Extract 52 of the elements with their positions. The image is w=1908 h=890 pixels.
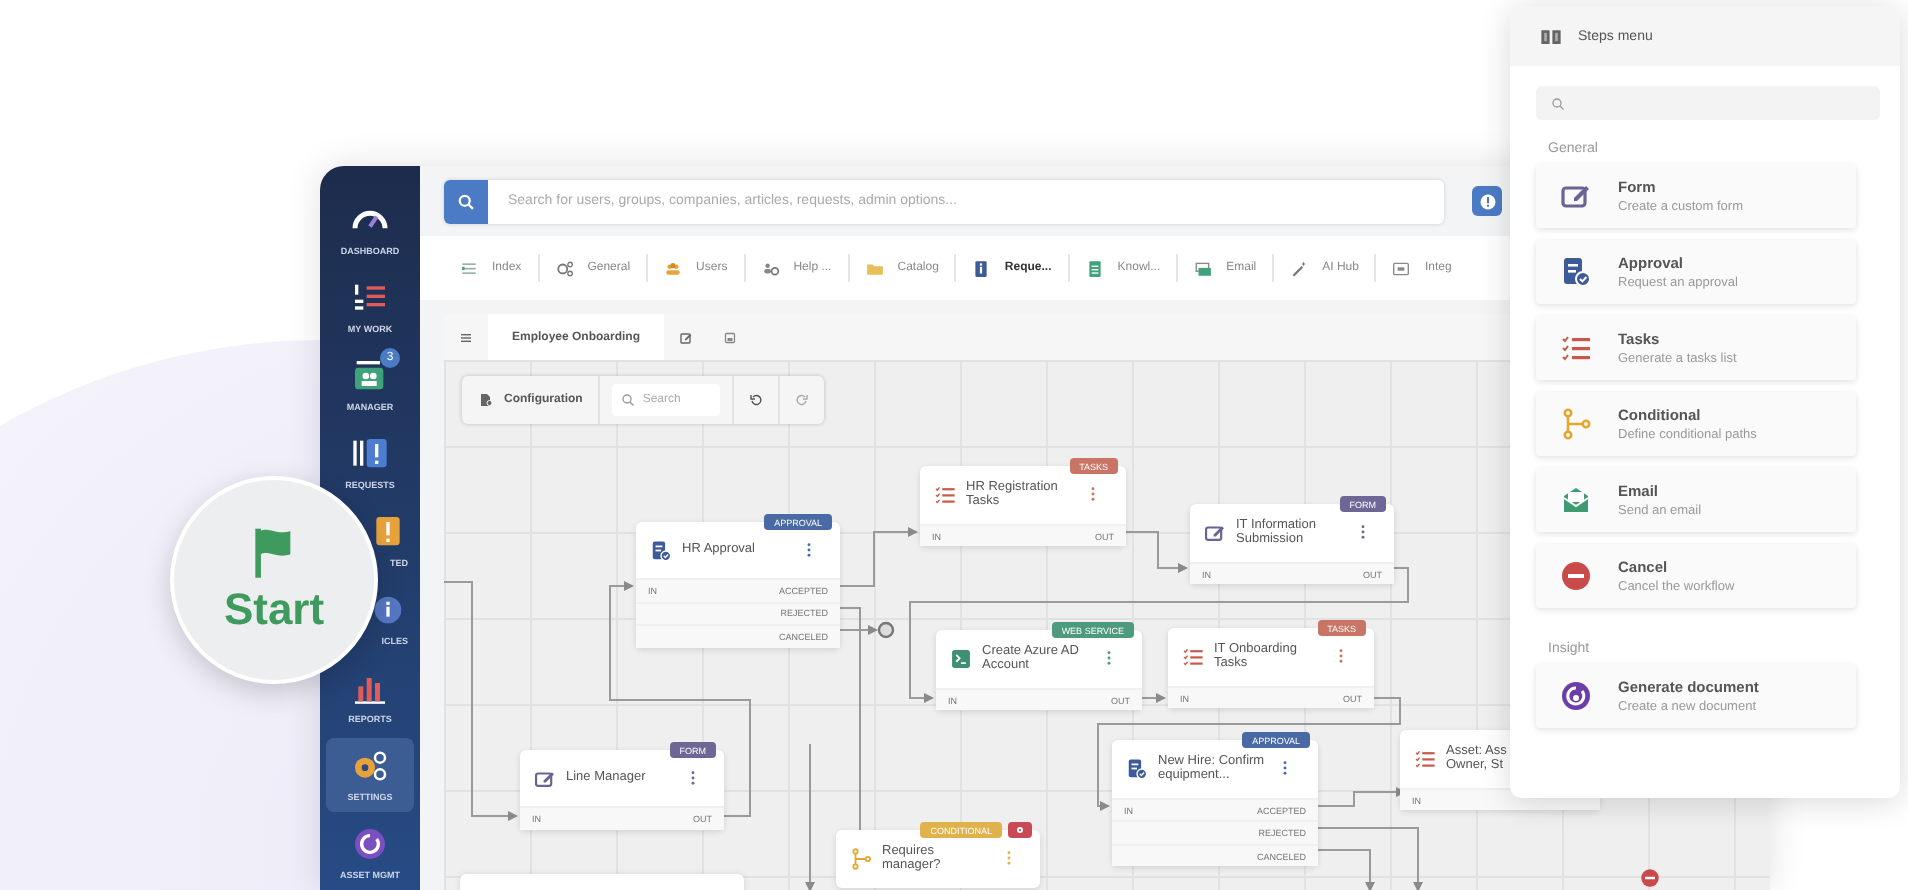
document-check-icon [650, 539, 672, 561]
menu-icon [458, 329, 474, 345]
checklist-icon [1182, 645, 1204, 668]
document-icon [1085, 259, 1104, 277]
info-icon [1477, 191, 1497, 211]
kebab-icon[interactable] [806, 542, 812, 558]
branch-icon [850, 847, 872, 870]
envelopes-icon [1194, 259, 1213, 277]
checklist-icon [1414, 747, 1436, 770]
folder-icon [865, 259, 884, 277]
people-gear-icon [761, 259, 780, 277]
minus-circle-icon [1560, 560, 1592, 592]
swirl-circle-icon [1560, 680, 1592, 712]
minus-circle-icon [1640, 868, 1660, 888]
merge-dot [877, 621, 895, 639]
kebab-icon[interactable] [1106, 650, 1112, 667]
users-icon [664, 259, 683, 277]
document-check-icon [1560, 256, 1592, 288]
pencil-square-icon [678, 329, 695, 345]
search-icon [620, 392, 637, 408]
search-icon [1550, 95, 1566, 111]
branch-icon [1560, 408, 1592, 440]
kebab-icon[interactable] [690, 770, 696, 786]
kebab-icon[interactable] [1360, 524, 1366, 541]
search-icon [456, 191, 476, 211]
swirl-circle-icon [350, 824, 390, 865]
start-label: Start [223, 584, 325, 636]
gears-icon [555, 259, 574, 277]
gear-icon [1014, 824, 1026, 836]
checklist-icon [1560, 332, 1592, 364]
pencil-square-icon [534, 767, 556, 789]
info-document-icon [972, 259, 991, 277]
document-gear-icon [478, 392, 494, 408]
save-icon [722, 329, 739, 345]
search-button[interactable] [444, 179, 488, 223]
kebab-icon[interactable] [1282, 760, 1288, 777]
undo-icon [748, 392, 765, 408]
terminal-icon [950, 647, 972, 670]
kebab-icon[interactable] [1090, 486, 1096, 503]
envelope-icon [1560, 484, 1592, 516]
book-icon [1540, 25, 1562, 47]
pencil-square-icon [1204, 521, 1226, 544]
magic-wand-icon [1290, 259, 1309, 277]
redo-icon [794, 392, 811, 408]
list-icon [460, 259, 478, 277]
steps-search-field[interactable] [1536, 86, 1880, 120]
plug-card-icon [1392, 259, 1411, 277]
pencil-square-icon [1560, 180, 1592, 212]
info-button[interactable] [1472, 186, 1502, 216]
document-check-icon [1126, 757, 1148, 780]
kebab-icon[interactable] [1338, 648, 1344, 665]
checklist-icon [934, 483, 956, 506]
